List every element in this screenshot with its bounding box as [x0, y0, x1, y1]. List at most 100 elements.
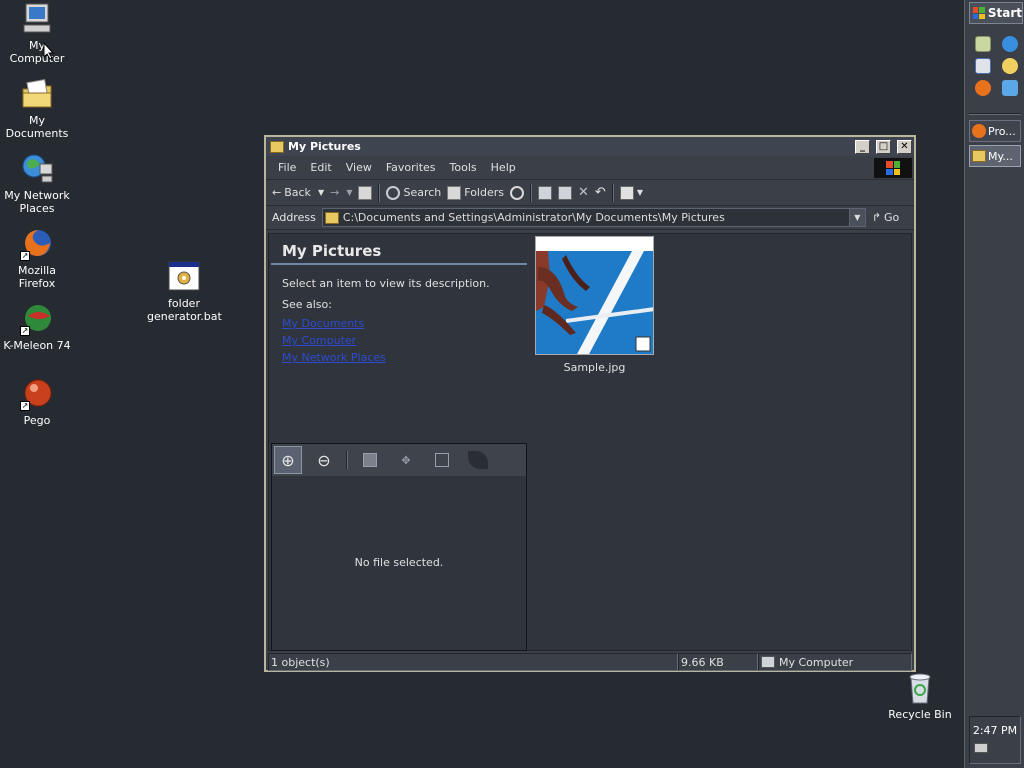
start-button[interactable]: Start: [969, 2, 1023, 24]
history-button[interactable]: [510, 185, 524, 200]
computer-icon: [20, 2, 54, 36]
menu-help[interactable]: Help: [485, 161, 522, 174]
forward-button[interactable]: → ▼: [330, 186, 352, 199]
address-dropdown-button[interactable]: ▼: [848, 209, 865, 226]
menu-edit[interactable]: Edit: [304, 161, 337, 174]
pego-icon: ↗: [20, 377, 54, 411]
search-button[interactable]: Search: [386, 185, 442, 200]
desktop-icon-mozilla-firefox[interactable]: ↗ Mozilla Firefox: [0, 227, 74, 290]
outlook-express-icon[interactable]: [974, 58, 991, 74]
menu-bar: File Edit View Favorites Tools Help: [266, 156, 914, 180]
actual-size-icon: ✥: [401, 453, 411, 467]
task-label: Pro...: [988, 124, 1016, 138]
quick-launch: [969, 36, 1023, 96]
desktop-icon-my-documents[interactable]: My Documents: [0, 77, 74, 140]
desktop-icon-recycle-bin[interactable]: Recycle Bin: [883, 671, 957, 721]
desktop-icon-label: Recycle Bin: [888, 708, 952, 721]
see-also-label: See also:: [282, 298, 332, 311]
minimize-button[interactable]: _: [855, 139, 870, 154]
copy-to-button[interactable]: [558, 185, 572, 200]
link-my-documents[interactable]: My Documents: [271, 315, 527, 332]
menu-tools[interactable]: Tools: [444, 161, 483, 174]
undo-button[interactable]: ↶: [595, 185, 606, 200]
up-folder-button[interactable]: [358, 185, 373, 200]
internet-explorer-icon[interactable]: [1001, 36, 1018, 52]
go-arrow-icon: ↱: [871, 211, 882, 224]
explorer-window: My Pictures _ □ ✕ File Edit View Favorit…: [264, 135, 916, 672]
address-value: C:\Documents and Settings\Administrator\…: [342, 211, 725, 224]
windows-flag-icon: [973, 7, 985, 19]
documents-folder-icon: [20, 77, 54, 111]
copy-to-icon: [558, 185, 572, 200]
address-input[interactable]: C:\Documents and Settings\Administrator\…: [321, 208, 866, 227]
link-my-computer[interactable]: My Computer: [271, 332, 527, 349]
shortcut-arrow-icon: ↗: [20, 251, 30, 261]
task-pane-description: Select an item to view its description.: [282, 277, 490, 290]
link-my-network-places[interactable]: My Network Places: [271, 349, 527, 366]
chevron-down-icon: ▼: [636, 188, 643, 197]
search-icon: [386, 185, 401, 200]
rotate-button[interactable]: [464, 446, 492, 474]
menu-favorites[interactable]: Favorites: [380, 161, 442, 174]
zoom-in-icon: ⊕: [281, 450, 295, 470]
menu-file[interactable]: File: [272, 161, 302, 174]
desktop-icon-label: My Documents: [5, 114, 69, 140]
desktop-icon-k-meleon[interactable]: ↗ K-Meleon 74: [0, 302, 74, 352]
best-fit-button[interactable]: [356, 446, 384, 474]
back-button[interactable]: ← Back ▼: [272, 186, 324, 199]
status-object-count: 1 object(s): [268, 653, 678, 671]
chevron-down-icon: ▼: [346, 188, 353, 197]
zoom-out-button[interactable]: ⊖: [310, 446, 338, 474]
batch-file-icon: [167, 260, 201, 294]
search-label: Search: [403, 186, 442, 199]
clock[interactable]: 2:47 PM: [970, 724, 1020, 737]
folders-button[interactable]: Folders: [447, 185, 504, 200]
desktop-icon-folder-generator[interactable]: folder generator.bat: [147, 260, 222, 323]
send-icon[interactable]: [1001, 80, 1018, 96]
search-icon[interactable]: [1001, 58, 1018, 74]
network-icon: [20, 152, 54, 186]
close-button[interactable]: ✕: [897, 139, 912, 154]
mouse-cursor-icon: [43, 42, 55, 60]
desktop-icon-label: Pego: [23, 414, 51, 427]
delete-button[interactable]: ✕: [578, 185, 589, 200]
maximize-button[interactable]: □: [876, 139, 891, 154]
menu-view[interactable]: View: [340, 161, 378, 174]
desktop-icon-label: My Computer: [9, 39, 65, 65]
history-icon: [510, 185, 524, 200]
chevron-down-icon: ▼: [317, 188, 325, 197]
actual-size-button[interactable]: ✥: [392, 446, 420, 474]
task-button-firefox[interactable]: Pro...: [969, 120, 1021, 142]
standard-toolbar: ← Back ▼ → ▼ Search Folders ✕ ↶ ▼: [266, 180, 914, 206]
delete-icon: ✕: [578, 185, 589, 200]
desktop-icon-pego[interactable]: ↗ Pego: [0, 377, 74, 427]
title-bar[interactable]: My Pictures _ □ ✕: [266, 137, 914, 156]
slideshow-button[interactable]: [428, 446, 456, 474]
desktop-icon-label: Mozilla Firefox: [18, 264, 56, 290]
file-name-label[interactable]: Sample.jpg: [535, 361, 654, 374]
zoom-in-button[interactable]: ⊕: [274, 446, 302, 474]
folder-icon: [972, 150, 986, 162]
go-button[interactable]: ↱ Go: [872, 211, 899, 224]
status-location-label: My Computer: [779, 655, 854, 669]
firefox-icon: ↗: [20, 227, 54, 261]
firefox-icon: [972, 124, 986, 138]
desktop-icon-my-network-places[interactable]: My Network Places: [0, 152, 74, 215]
show-desktop-icon[interactable]: [974, 36, 991, 52]
start-label: Start: [987, 6, 1022, 20]
toolbar-separator: [378, 183, 381, 202]
preview-message: No file selected.: [354, 556, 444, 569]
desktop-icon-my-computer[interactable]: My Computer: [0, 2, 74, 65]
firefox-icon[interactable]: [974, 80, 991, 96]
task-button-my-pictures[interactable]: My...: [969, 145, 1021, 167]
shortcut-arrow-icon: ↗: [20, 401, 30, 411]
folder-content: My Pictures Select an item to view its d…: [268, 233, 912, 651]
views-button[interactable]: ▼: [619, 185, 643, 200]
network-tray-icon[interactable]: [974, 743, 988, 753]
toolbar-separator: [346, 451, 348, 469]
file-thumbnail-sample[interactable]: [535, 236, 654, 355]
taskbar: Start Pro... My... 2:47 PM: [964, 0, 1024, 768]
back-label: Back: [284, 186, 311, 199]
task-label: My...: [988, 149, 1013, 163]
move-to-button[interactable]: [538, 185, 552, 200]
